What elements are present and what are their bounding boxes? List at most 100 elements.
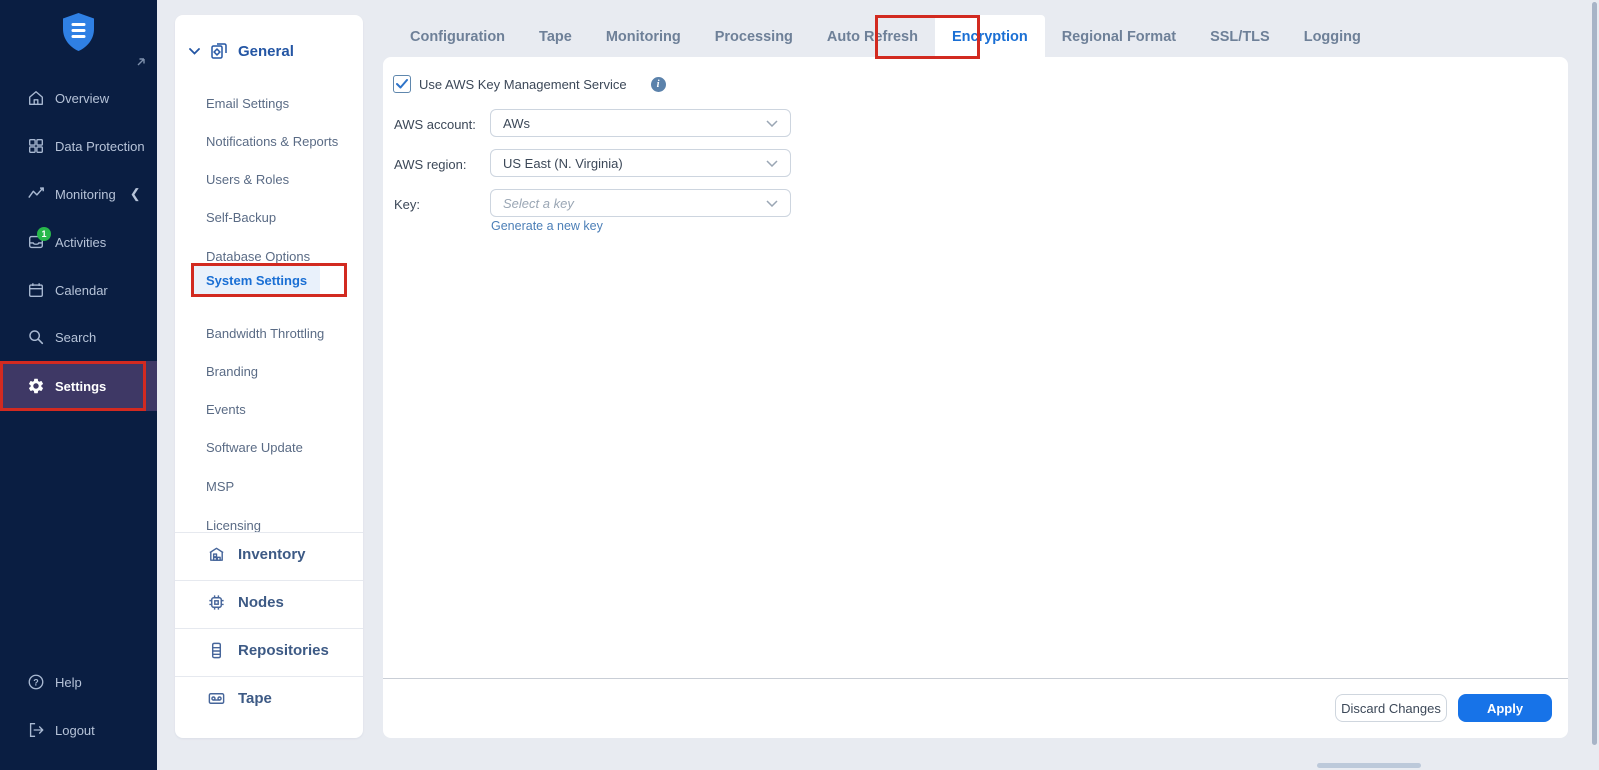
horizontal-scrollbar[interactable] — [1317, 763, 1421, 768]
key-label: Key: — [394, 197, 420, 212]
settings-nav-item-events[interactable]: Events — [206, 402, 246, 417]
sidebar-item-calendar[interactable]: Calendar — [0, 273, 157, 307]
settings-nav-panel: General Email Settings Notifications & R… — [175, 15, 363, 738]
monitoring-chart-icon — [27, 185, 45, 203]
tab-tape[interactable]: Tape — [522, 15, 589, 59]
settings-nav-item-notifications-reports[interactable]: Notifications & Reports — [206, 134, 338, 149]
app-logo[interactable] — [60, 12, 97, 52]
divider — [175, 676, 363, 677]
tab-regional-format[interactable]: Regional Format — [1045, 15, 1193, 59]
sidebar-item-monitoring[interactable]: Monitoring ❮ — [0, 177, 157, 211]
settings-nav-group-label: Nodes — [238, 594, 284, 611]
discard-changes-button[interactable]: Discard Changes — [1335, 694, 1447, 722]
sidebar-item-label: Overview — [55, 91, 109, 106]
sidebar-item-settings[interactable]: Settings — [0, 361, 157, 411]
sidebar-item-label: Monitoring — [55, 187, 116, 202]
search-icon — [27, 328, 45, 346]
settings-nav-item-system-settings[interactable]: System Settings — [193, 266, 320, 295]
window-gear-icon — [209, 41, 229, 61]
settings-nav-item-database-options[interactable]: Database Options — [206, 249, 310, 264]
gear-icon — [27, 377, 45, 395]
inventory-icon — [207, 545, 226, 564]
sidebar-item-label: Data Protection — [55, 139, 145, 154]
sidebar-item-help[interactable]: ? Help — [0, 665, 157, 699]
activities-badge: 1 — [37, 227, 51, 241]
tab-configuration[interactable]: Configuration — [393, 15, 522, 59]
settings-nav-item-self-backup[interactable]: Self-Backup — [206, 210, 276, 225]
chevron-down-icon[interactable] — [189, 48, 200, 55]
settings-nav-group-tape[interactable]: Tape — [207, 689, 272, 708]
divider — [175, 580, 363, 581]
settings-nav-item-users-roles[interactable]: Users & Roles — [206, 172, 289, 187]
settings-nav-item-software-update[interactable]: Software Update — [206, 440, 303, 455]
settings-nav-item-email-settings[interactable]: Email Settings — [206, 96, 289, 111]
tape-cassette-icon — [207, 689, 226, 708]
sidebar-item-data-protection[interactable]: Data Protection — [0, 129, 157, 163]
chevron-left-icon[interactable]: ❮ — [130, 186, 141, 202]
key-placeholder: Select a key — [503, 196, 766, 211]
sidebar-item-label: Activities — [55, 235, 106, 250]
sidebar-item-overview[interactable]: Overview — [0, 81, 157, 115]
svg-text:?: ? — [33, 678, 39, 688]
app-window: Overview Data Protection Monitoring ❮ 1 … — [0, 0, 1599, 770]
settings-nav-item-bandwidth-throttling[interactable]: Bandwidth Throttling — [206, 326, 324, 341]
settings-nav-group-label: Tape — [238, 690, 272, 707]
sidebar-item-label: Logout — [55, 723, 95, 738]
settings-tabs: Configuration Tape Monitoring Processing… — [393, 15, 1378, 59]
home-icon — [27, 89, 45, 107]
aws-account-value: AWs — [503, 116, 766, 131]
settings-nav-item-licensing[interactable]: Licensing — [206, 518, 261, 533]
shield-menu-logo — [60, 12, 97, 52]
settings-nav-group-label: Inventory — [238, 546, 306, 563]
sidebar-item-label: Help — [55, 675, 82, 690]
sidebar-item-activities[interactable]: 1 Activities — [0, 225, 157, 259]
chevron-down-icon — [766, 200, 778, 207]
tab-logging[interactable]: Logging — [1287, 15, 1378, 59]
settings-nav-group-label: General — [238, 43, 294, 60]
chevron-down-icon — [766, 160, 778, 167]
aws-region-select[interactable]: US East (N. Virginia) — [490, 149, 791, 177]
sidebar-item-logout[interactable]: Logout — [0, 713, 157, 747]
use-kms-label: Use AWS Key Management Service — [419, 77, 627, 92]
chevron-down-icon — [766, 120, 778, 127]
primary-sidebar: Overview Data Protection Monitoring ❮ 1 … — [0, 0, 157, 770]
use-kms-checkbox[interactable] — [393, 75, 411, 93]
sidebar-item-label: Search — [55, 330, 96, 345]
checkmark-icon — [396, 79, 408, 89]
sidebar-item-label: Calendar — [55, 283, 108, 298]
aws-region-value: US East (N. Virginia) — [503, 156, 766, 171]
tab-monitoring[interactable]: Monitoring — [589, 15, 698, 59]
tab-auto-refresh[interactable]: Auto Refresh — [810, 15, 935, 59]
divider — [383, 678, 1568, 679]
aws-account-label: AWS account: — [394, 117, 476, 132]
aws-account-select[interactable]: AWs — [490, 109, 791, 137]
tab-ssl-tls[interactable]: SSL/TLS — [1193, 15, 1287, 59]
vertical-scrollbar[interactable] — [1592, 2, 1597, 745]
help-icon: ? — [27, 673, 45, 691]
divider — [175, 532, 363, 533]
tab-processing[interactable]: Processing — [698, 15, 810, 59]
settings-nav-item-msp[interactable]: MSP — [206, 479, 234, 494]
info-icon[interactable]: i — [651, 77, 666, 92]
calendar-icon — [27, 281, 45, 299]
divider — [175, 628, 363, 629]
cpu-icon — [207, 593, 226, 612]
sidebar-item-label: Settings — [55, 379, 106, 394]
inbox-icon: 1 — [27, 233, 45, 251]
key-select[interactable]: Select a key — [490, 189, 791, 217]
settings-nav-group-label: Repositories — [238, 642, 329, 659]
settings-nav-group-repositories[interactable]: Repositories — [207, 641, 329, 660]
tab-encryption[interactable]: Encryption — [935, 15, 1045, 59]
apply-button[interactable]: Apply — [1458, 694, 1552, 722]
settings-nav-group-general[interactable]: General — [189, 41, 294, 61]
sidebar-item-search[interactable]: Search — [0, 320, 157, 354]
collapse-corner-icon[interactable] — [137, 57, 146, 66]
settings-nav-item-branding[interactable]: Branding — [206, 364, 258, 379]
grid-icon — [27, 137, 45, 155]
logout-icon — [27, 721, 45, 739]
settings-nav-group-inventory[interactable]: Inventory — [207, 545, 306, 564]
encryption-tab-panel: Use AWS Key Management Service i AWS acc… — [383, 57, 1568, 738]
generate-new-key-link[interactable]: Generate a new key — [491, 219, 603, 233]
database-icon — [207, 641, 226, 660]
settings-nav-group-nodes[interactable]: Nodes — [207, 593, 284, 612]
